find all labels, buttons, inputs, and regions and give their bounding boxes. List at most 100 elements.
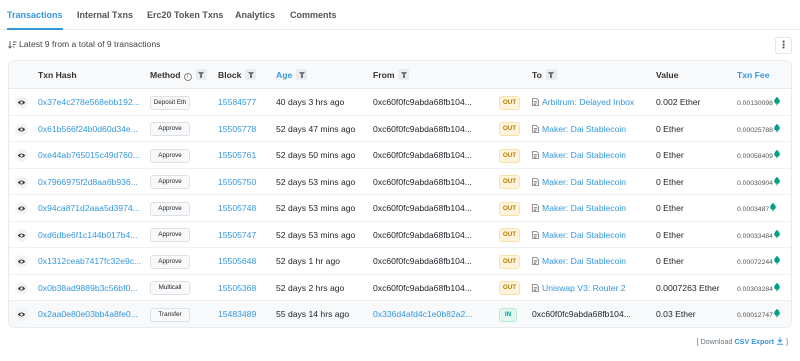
block-link[interactable]: 15584577 [218,89,256,116]
to-cell[interactable]: Maker: Dai Stablecoin [532,169,626,196]
filter-icon[interactable] [545,69,557,80]
filter-icon[interactable] [195,69,207,80]
txn-hash-link[interactable]: 0x0b38ad9889b3c56bf0... [38,275,137,302]
tab-transactions[interactable]: Transactions [7,0,63,30]
tab-erc20-token-txns[interactable]: Erc20 Token Txns [147,0,223,30]
table-row: 0x37e4c278e568ebb192... Deposit Eth 155845… [9,89,791,116]
download-icon[interactable] [776,337,784,345]
table-row: 0x0b38ad9889b3c56bf0... Multicall 15505368… [9,275,791,302]
txn-hash-link[interactable]: 0x1312ceab7417fc32e9c... [38,248,141,275]
eye-icon[interactable] [15,96,28,109]
gas-icon [774,97,780,106]
eye-icon[interactable] [15,175,28,189]
block-link[interactable]: 15505747 [218,222,256,249]
to-address[interactable]: Maker: Dai Stablecoin [542,177,626,187]
to-address[interactable]: Uniswap V3: Router 2 [542,283,626,293]
txn-hash-link[interactable]: 0x7966975f2d8aa6b936... [38,169,138,196]
method-cell: Approve [150,222,190,249]
block-link[interactable]: 15505648 [218,248,256,275]
block-link[interactable]: 15483489 [218,301,256,327]
more-options-button[interactable]: ⋮ [775,37,792,54]
direction-badge: OUT [499,281,520,296]
age-cell: 52 days 53 mins ago [276,203,356,213]
eye-icon[interactable] [15,122,28,136]
block-link[interactable]: 15505368 [218,275,256,302]
txn-fee-value: 0.00130098 [737,100,773,107]
contract-icon [532,177,539,186]
direction-cell: OUT [499,275,520,302]
csv-export-link[interactable]: CSV Export [734,337,774,346]
block-link[interactable]: 15505750 [218,169,256,196]
fee-cell: 0.00030904 [737,169,780,196]
to-address[interactable]: Maker: Dai Stablecoin [542,256,626,266]
tab-comments[interactable]: Comments [290,0,337,30]
txn-fee-value: 0.00012747 [737,312,773,319]
age-cell: 52 days 53 mins ago [276,176,356,187]
column-header-age-label[interactable]: Age [276,70,292,80]
to-address[interactable]: Maker: Dai Stablecoin [542,203,626,213]
eye-icon[interactable] [15,255,28,268]
method-badge: Approve [150,148,190,163]
info-icon[interactable]: i [183,73,192,81]
eye-icon[interactable] [15,149,28,162]
txn-hash-link[interactable]: 0x37e4c278e568ebb192... [38,89,140,116]
to-cell[interactable]: Maker: Dai Stablecoin [532,142,626,169]
block-link[interactable]: 15505761 [218,142,256,169]
txn-hash-link[interactable]: 0x61b566f24b0d60d34e... [38,116,138,143]
to-cell[interactable]: Uniswap V3: Router 2 [532,275,626,302]
txn-fee-value: 0.00072244 [737,259,773,266]
method-cell: Approve [150,195,190,222]
txn-hash-link[interactable]: 0xd6dbe6f1c144b017b4... [38,222,137,249]
contract-icon [532,98,539,106]
eye-icon[interactable] [15,281,28,295]
age-cell: 52 days 2 hrs ago [276,282,345,293]
to-cell[interactable]: Maker: Dai Stablecoin [532,195,626,222]
to-address[interactable]: Maker: Dai Stablecoin [542,230,626,240]
from-address[interactable]: 0x336d4afd4c1e0b82a2... [373,301,472,327]
summary-line: Latest 9 from a total of 9 transactions [8,38,160,50]
gas-icon [774,176,780,185]
direction-cell: OUT [499,195,520,222]
method-badge: Transfer [150,307,190,322]
method-cell: Approve [150,142,190,169]
txn-hash-link[interactable]: 0xe44ab765015c49d760... [38,142,140,169]
eye-icon[interactable] [15,202,28,215]
block-link[interactable]: 15505778 [218,116,256,143]
transactions-card: Transactions Internal Txns Erc20 Token T… [0,0,800,361]
tab-internal-txns[interactable]: Internal Txns [77,0,133,30]
from-address: 0xc60f0fc9abda68fb104... [373,123,472,134]
txn-hash-link[interactable]: 0x2aa0e80e03bb4a8fe0... [38,301,138,327]
to-address[interactable]: Arbitrum: Delayed Inbox [542,97,634,107]
fee-cell: 0.0003487 [737,195,776,222]
filter-icon[interactable] [245,69,257,80]
block-link[interactable]: 15505748 [218,195,256,222]
method-badge: Approve [150,175,190,190]
to-address[interactable]: Maker: Dai Stablecoin [542,150,626,160]
to-cell[interactable]: Arbitrum: Delayed Inbox [532,89,634,116]
age-cell: 52 days 50 mins ago [276,150,356,160]
filter-icon[interactable] [398,69,410,80]
column-header-txn-fee[interactable]: Txn Fee [737,61,769,89]
column-header-age[interactable]: Age [276,61,308,89]
age-cell: 40 days 3 hrs ago [276,97,345,107]
eye-icon[interactable] [15,228,28,242]
eye-icon[interactable] [15,308,28,321]
fee-cell: 0.00058409 [737,142,780,169]
to-cell[interactable]: Maker: Dai Stablecoin [532,248,626,275]
column-header-method-label: Method [150,70,181,80]
column-header-method: Method i [150,61,207,89]
method-cell: Deposit Eth [150,89,190,116]
method-badge: Multicall [150,281,190,296]
to-cell[interactable]: Maker: Dai Stablecoin [532,116,626,143]
to-cell[interactable]: Maker: Dai Stablecoin [532,222,626,249]
to-address[interactable]: Maker: Dai Stablecoin [542,124,626,134]
tab-analytics[interactable]: Analytics [235,0,275,30]
direction-badge: OUT [499,122,520,137]
direction-badge: IN [499,307,517,322]
to-address: 0xc60f0fc9abda68fb104... [532,309,631,319]
method-badge: Deposit Eth [150,95,190,110]
column-header-from-label: From [373,70,395,80]
filter-icon[interactable] [296,69,308,80]
table-row: 0xe44ab765015c49d760... Approve 15505761 52… [9,142,791,169]
txn-hash-link[interactable]: 0x94ca871d2aaa5d3974... [38,195,140,222]
